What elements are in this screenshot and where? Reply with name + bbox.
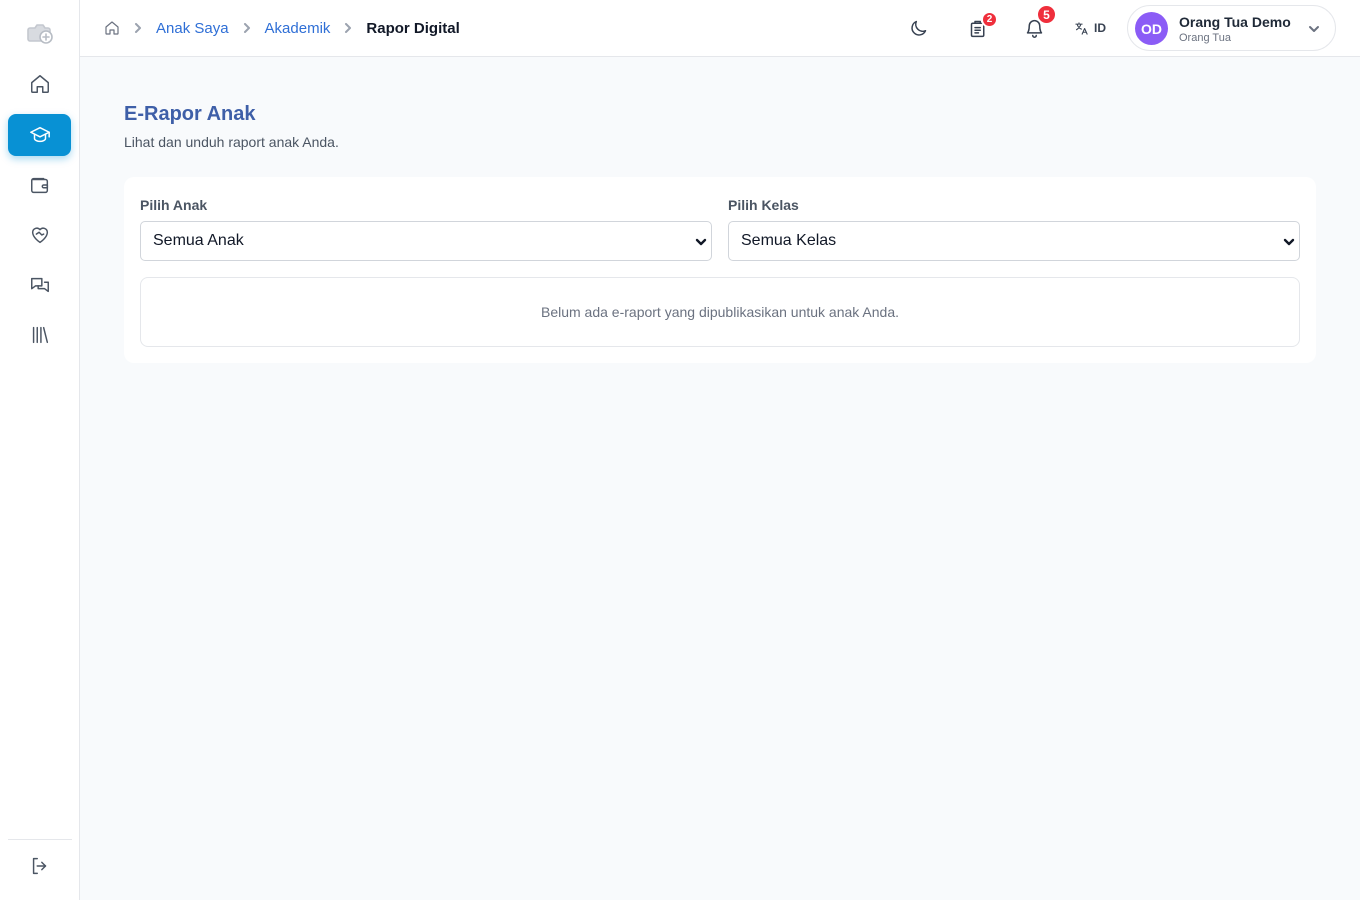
chat-bubbles-icon — [30, 277, 49, 293]
chevron-right-icon — [340, 20, 356, 36]
language-code: ID — [1094, 21, 1106, 35]
child-select-label: Pilih Anak — [140, 197, 208, 213]
breadcrumb-current: Rapor Digital — [366, 19, 460, 37]
sidebar-item-home[interactable] — [8, 63, 71, 105]
avatar: OD — [1135, 12, 1168, 45]
sidebar — [0, 0, 80, 900]
chevron-right-icon — [130, 20, 146, 36]
sidebar-item-library[interactable] — [8, 314, 71, 356]
app-logo-icon[interactable] — [26, 20, 54, 46]
page-title: E-Rapor Anak — [124, 103, 256, 125]
sidebar-item-finance[interactable] — [8, 164, 71, 206]
graduation-cap-icon — [29, 126, 50, 143]
chevron-right-icon — [239, 20, 255, 36]
logout-button[interactable] — [8, 845, 71, 887]
sidebar-item-academic[interactable] — [8, 114, 71, 156]
chevron-down-icon — [1283, 235, 1295, 253]
home-icon — [105, 21, 119, 35]
class-select-label: Pilih Kelas — [728, 197, 799, 213]
breadcrumb-home[interactable] — [104, 20, 120, 36]
child-select[interactable]: Semua Anak — [140, 221, 712, 261]
user-role: Orang Tua — [1179, 32, 1231, 44]
library-icon — [32, 326, 48, 344]
dark-mode-toggle[interactable] — [904, 14, 932, 42]
assignments-button[interactable]: 2 — [964, 11, 998, 42]
user-profile-menu[interactable]: OD Orang Tua Demo Orang Tua — [1127, 5, 1336, 51]
top-header: Anak Saya Akademik Rapor Digital 2 5 ID … — [80, 0, 1360, 57]
empty-state: Belum ada e-raport yang dipublikasikan u… — [140, 277, 1300, 347]
breadcrumb-akademik[interactable]: Akademik — [265, 20, 331, 37]
report-card-panel: Pilih Anak Semua Anak Pilih Kelas Semua … — [124, 177, 1316, 363]
breadcrumb: Anak Saya Akademik Rapor Digital — [104, 0, 460, 56]
child-select-value: Semua Anak — [153, 232, 244, 249]
page-subtitle: Lihat dan unduh raport anak Anda. — [124, 134, 339, 150]
heart-handshake-icon — [31, 227, 48, 244]
wallet-icon — [30, 177, 48, 194]
class-select-value: Semua Kelas — [741, 232, 837, 249]
home-icon — [30, 75, 49, 93]
language-switcher[interactable]: ID — [1074, 14, 1106, 42]
translate-icon — [1075, 21, 1088, 35]
assignments-badge: 2 — [981, 11, 998, 28]
class-select[interactable]: Semua Kelas — [728, 221, 1300, 261]
sidebar-item-health[interactable] — [8, 214, 71, 256]
logout-icon — [32, 857, 46, 875]
chevron-down-icon — [695, 235, 707, 253]
notifications-button[interactable]: 5 — [1020, 4, 1057, 42]
moon-icon — [910, 20, 926, 36]
chevron-down-icon — [1308, 22, 1320, 40]
sidebar-item-messages[interactable] — [8, 264, 71, 306]
empty-state-message: Belum ada e-raport yang dipublikasikan u… — [540, 304, 899, 320]
notifications-badge: 5 — [1036, 4, 1057, 25]
sidebar-divider — [8, 839, 72, 840]
breadcrumb-anak-saya[interactable]: Anak Saya — [156, 20, 229, 37]
user-name: Orang Tua Demo — [1179, 14, 1291, 30]
